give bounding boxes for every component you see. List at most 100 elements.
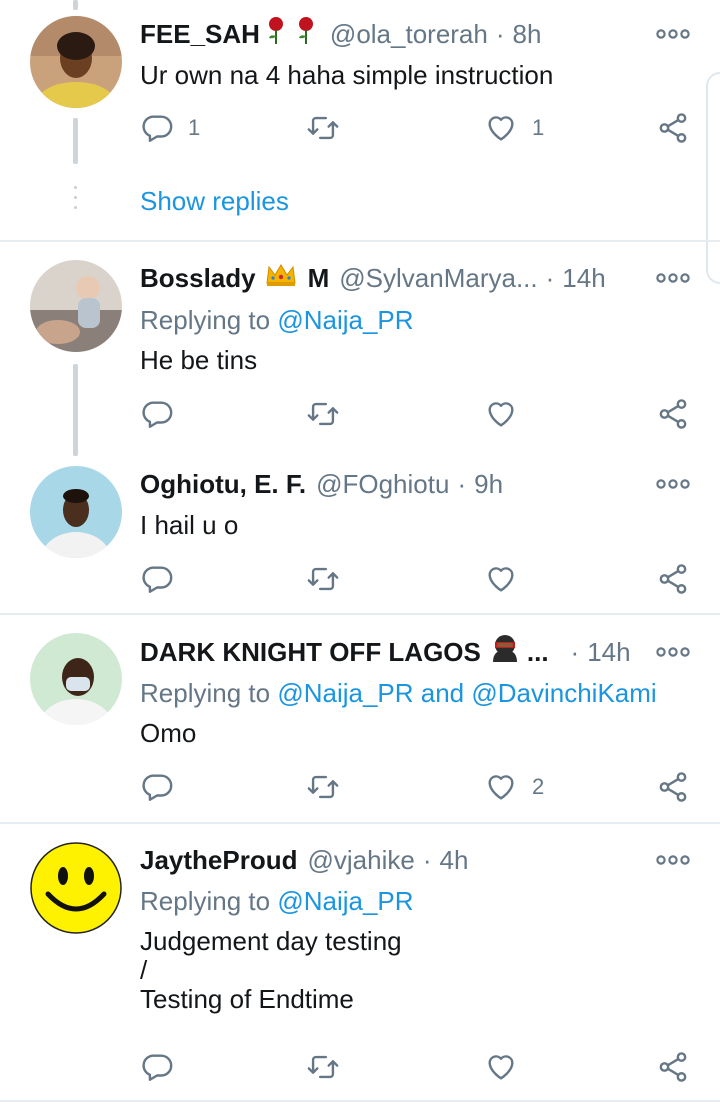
avatar[interactable] bbox=[30, 260, 122, 352]
display-name[interactable]: Bosslady bbox=[140, 263, 256, 294]
retweet-icon bbox=[306, 1050, 340, 1084]
share-icon bbox=[656, 562, 690, 596]
reply-button[interactable] bbox=[140, 561, 174, 597]
like-button[interactable] bbox=[484, 1049, 518, 1085]
timestamp[interactable]: 9h bbox=[474, 469, 503, 500]
mention-link[interactable]: @Naija_PR and @DavinchiKami bbox=[277, 678, 656, 708]
replying-to: Replying to @Naija_PR bbox=[140, 305, 414, 336]
retweet-button[interactable] bbox=[306, 769, 340, 805]
like-button[interactable] bbox=[484, 561, 518, 597]
retweet-icon bbox=[306, 562, 340, 596]
retweet-button[interactable] bbox=[306, 561, 340, 597]
reply-button[interactable] bbox=[140, 1049, 174, 1085]
tweet-header: Oghiotu, E. F. @FOghiotu · 9h bbox=[140, 464, 503, 504]
tweet-header: FEE_SAH @ola_torerah · 8h bbox=[140, 14, 541, 54]
separator: · bbox=[545, 262, 555, 293]
like-count: 2 bbox=[532, 774, 545, 799]
crown-emoji bbox=[264, 261, 298, 296]
reply-button[interactable]: 1 bbox=[140, 110, 200, 146]
display-name[interactable]: FEE_SAH bbox=[140, 19, 260, 50]
mention-link[interactable]: @Naija_PR bbox=[277, 886, 413, 916]
like-button[interactable]: 2 bbox=[484, 769, 544, 805]
rose-emoji bbox=[264, 16, 320, 53]
user-handle[interactable]: @SylvanMarya... bbox=[339, 263, 537, 294]
avatar[interactable] bbox=[30, 16, 122, 108]
thread-line bbox=[73, 0, 78, 10]
share-button[interactable] bbox=[656, 769, 690, 805]
share-icon bbox=[656, 770, 690, 804]
retweet-icon bbox=[306, 397, 340, 431]
share-button[interactable] bbox=[656, 1049, 690, 1085]
retweet-button[interactable] bbox=[306, 1049, 340, 1085]
like-button[interactable]: 1 bbox=[484, 110, 544, 146]
share-icon bbox=[656, 111, 690, 145]
timestamp[interactable]: 14h bbox=[562, 263, 605, 294]
tweet-header: DARK KNIGHT OFF LAGOS ... · 14h bbox=[140, 632, 631, 672]
like-count: 1 bbox=[532, 115, 545, 140]
side-panel-edge bbox=[706, 72, 720, 284]
like-icon bbox=[484, 562, 518, 596]
retweet-button[interactable] bbox=[306, 396, 340, 432]
reply-button[interactable] bbox=[140, 769, 174, 805]
tweet-text-line: / bbox=[140, 955, 148, 985]
display-name[interactable]: JaytheProud bbox=[140, 845, 298, 876]
tweet-header: JaytheProud @vjahike · 4h bbox=[140, 840, 468, 880]
reply-icon bbox=[140, 562, 174, 596]
like-icon bbox=[484, 1050, 518, 1084]
display-name[interactable]: DARK KNIGHT OFF LAGOS bbox=[140, 637, 481, 668]
replying-to-label: Replying to bbox=[140, 305, 271, 335]
avatar[interactable] bbox=[30, 466, 122, 558]
timestamp[interactable]: 4h bbox=[440, 845, 469, 876]
reply-count: 1 bbox=[188, 115, 201, 140]
share-button[interactable] bbox=[656, 110, 690, 146]
user-handle[interactable]: @ola_torerah bbox=[330, 19, 488, 50]
tweet-text: I hail u o bbox=[140, 510, 239, 540]
timestamp[interactable]: 8h bbox=[513, 19, 542, 50]
more-icon[interactable] bbox=[656, 474, 690, 494]
share-icon bbox=[656, 397, 690, 431]
avatar[interactable] bbox=[30, 842, 122, 934]
separator: · bbox=[495, 18, 505, 49]
like-icon bbox=[484, 111, 518, 145]
mention-link[interactable]: @Naija_PR bbox=[277, 305, 413, 335]
like-icon bbox=[484, 770, 518, 804]
separator: · bbox=[457, 468, 467, 499]
separator: · bbox=[422, 844, 432, 875]
name-ellipsis: ... bbox=[526, 636, 549, 667]
share-button[interactable] bbox=[656, 396, 690, 432]
share-button[interactable] bbox=[656, 561, 690, 597]
retweet-button[interactable] bbox=[306, 110, 340, 146]
replying-to: Replying to @Naija_PR bbox=[140, 886, 414, 917]
like-icon bbox=[484, 397, 518, 431]
divider bbox=[0, 240, 720, 242]
reply-icon bbox=[140, 111, 174, 145]
show-replies-link[interactable]: Show replies bbox=[140, 186, 289, 217]
timestamp[interactable]: 14h bbox=[587, 637, 630, 668]
divider bbox=[0, 613, 720, 615]
display-name[interactable]: Oghiotu, E. F. bbox=[140, 469, 306, 500]
more-icon[interactable] bbox=[656, 24, 690, 44]
thread-dots bbox=[74, 186, 77, 216]
more-icon[interactable] bbox=[656, 850, 690, 870]
ninja-emoji bbox=[489, 634, 521, 671]
separator: · bbox=[570, 636, 580, 667]
share-icon bbox=[656, 1050, 690, 1084]
thread-line bbox=[73, 364, 78, 456]
user-handle[interactable]: @vjahike bbox=[308, 845, 415, 876]
user-handle[interactable]: @FOghiotu bbox=[316, 469, 449, 500]
tweet-text-line: Testing of Endtime bbox=[140, 984, 354, 1014]
more-icon[interactable] bbox=[656, 642, 690, 662]
tweet-text: Omo bbox=[140, 718, 197, 748]
divider bbox=[0, 1100, 720, 1102]
more-icon[interactable] bbox=[656, 268, 690, 288]
avatar[interactable] bbox=[30, 633, 122, 725]
retweet-icon bbox=[306, 111, 340, 145]
tweet-text: Ur own na 4 haha simple instruction bbox=[140, 60, 554, 90]
reply-button[interactable] bbox=[140, 396, 174, 432]
replying-to-label: Replying to bbox=[140, 678, 271, 708]
thread-line bbox=[73, 118, 78, 164]
replying-to: Replying to @Naija_PR and @DavinchiKami bbox=[140, 678, 657, 709]
display-name-suffix[interactable]: M bbox=[308, 263, 330, 294]
like-button[interactable] bbox=[484, 396, 518, 432]
reply-icon bbox=[140, 770, 174, 804]
